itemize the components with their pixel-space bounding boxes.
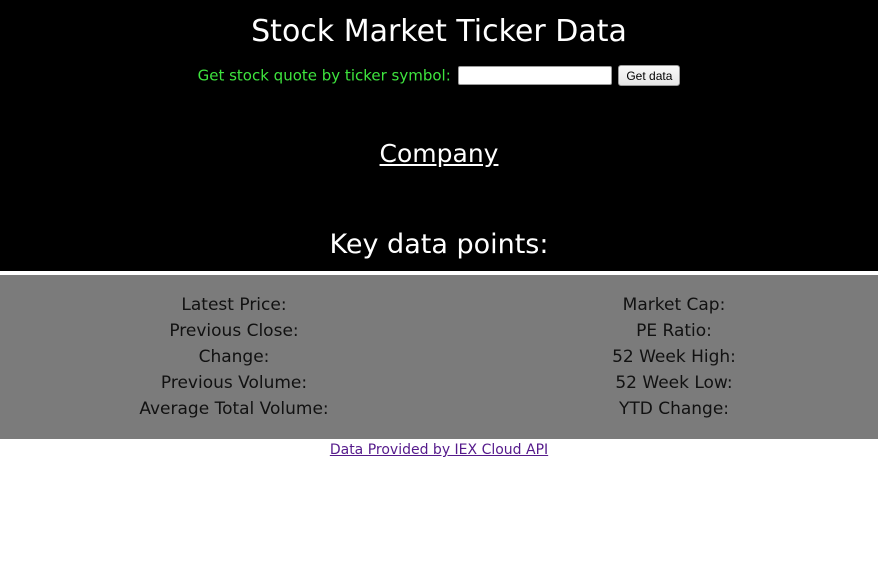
quote-form: Get stock quote by ticker symbol: Get da… xyxy=(0,63,878,87)
key-data-panel: Latest Price: Previous Close: Change: Pr… xyxy=(0,275,878,439)
key-data-right-column: Market Cap: PE Ratio: 52 Week High: 52 W… xyxy=(520,292,828,422)
52-week-high-label: 52 Week High: xyxy=(612,347,736,367)
change-label: Change: xyxy=(198,347,270,367)
company-name: Company xyxy=(379,139,499,168)
key-data-heading: Key data points: xyxy=(329,229,549,260)
latest-price-label: Latest Price: xyxy=(181,295,287,315)
iex-cloud-link[interactable]: Data Provided by IEX Cloud API xyxy=(330,442,548,458)
pe-ratio-label: PE Ratio: xyxy=(636,321,712,341)
ytd-change-label: YTD Change: xyxy=(618,399,730,419)
key-data-left-column: Latest Price: Previous Close: Change: Pr… xyxy=(80,292,388,422)
average-total-volume-label: Average Total Volume: xyxy=(139,399,329,419)
previous-close-label: Previous Close: xyxy=(169,321,299,341)
ticker-input[interactable] xyxy=(457,66,612,85)
get-data-button[interactable]: Get data xyxy=(618,65,681,86)
page-title: Stock Market Ticker Data xyxy=(251,14,627,49)
header-section: Stock Market Ticker Data Get stock quote… xyxy=(0,0,878,271)
market-cap-label: Market Cap: xyxy=(622,295,726,315)
previous-volume-label: Previous Volume: xyxy=(160,373,308,393)
credit-footer: Data Provided by IEX Cloud API xyxy=(0,440,878,460)
ticker-label: Get stock quote by ticker symbol: xyxy=(197,66,451,85)
52-week-low-label: 52 Week Low: xyxy=(615,373,733,393)
